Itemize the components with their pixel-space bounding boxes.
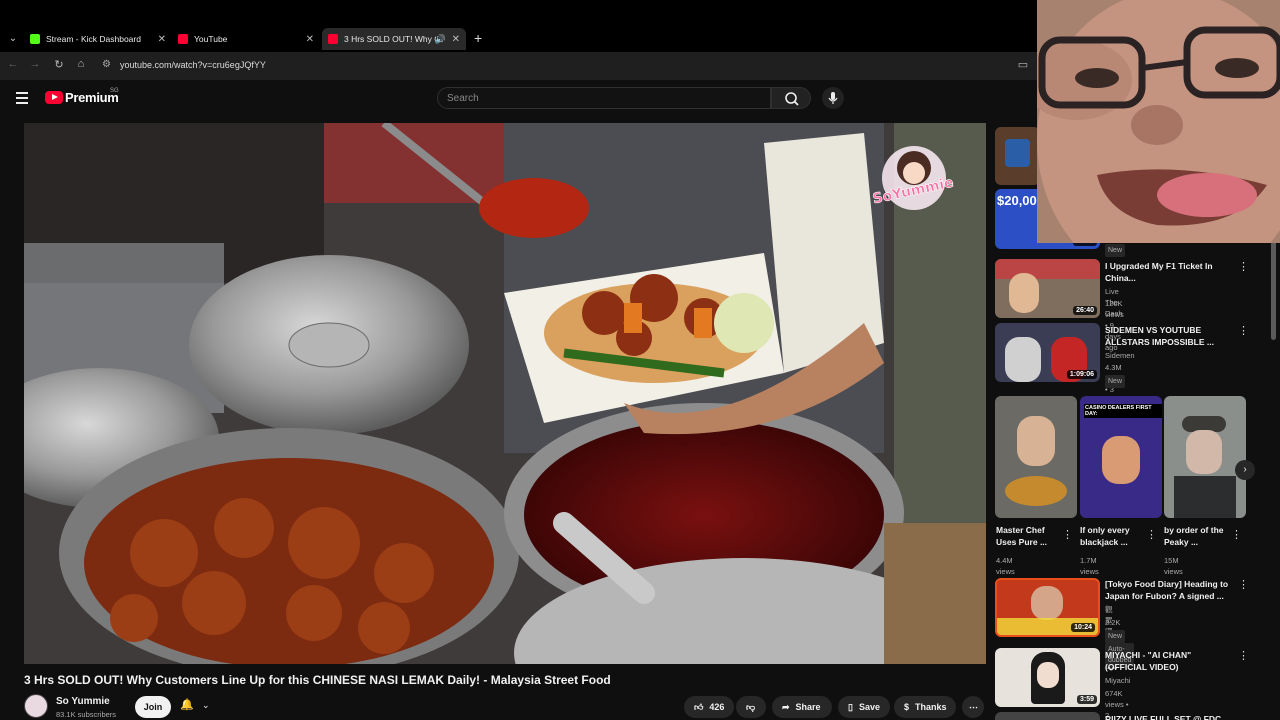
video-thumbnail[interactable] [995, 127, 1040, 185]
short-thumbnail[interactable] [995, 396, 1077, 518]
like-button[interactable]: 👍︎ 426 [684, 696, 734, 718]
search-input[interactable]: Search [437, 87, 771, 109]
home-icon[interactable]: ⌂ [74, 58, 88, 70]
tab-current-video[interactable]: 3 Hrs SOLD OUT! Why Cust 🔊 ✕ [322, 28, 466, 50]
short-thumbnail[interactable] [1164, 396, 1246, 518]
streamer-face [1037, 0, 1280, 243]
subscribed-bell-icon[interactable]: 🔔 [180, 698, 194, 711]
video-thumbnail[interactable]: 1:09:06 [995, 323, 1100, 382]
channel-avatar[interactable] [24, 694, 48, 718]
like-count: 426 [709, 702, 725, 712]
bookmark-icon: ▯ [848, 701, 853, 712]
video-title[interactable]: MIYACHI - "AI CHAN" (OFFICIAL VIDEO) [1105, 649, 1235, 673]
more-vert-icon[interactable]: ⋮ [1062, 528, 1073, 541]
channel-name[interactable]: Miyachi [1105, 675, 1130, 686]
duration-badge: 1:09:06 [1066, 370, 1097, 379]
menu-icon[interactable] [16, 92, 28, 104]
video-title[interactable]: SIDEMEN VS YOUTUBE ALLSTARS IMPOSSIBLE .… [1105, 324, 1230, 348]
short-thumbnail[interactable]: CASINO DEALERS FIRST DAY: [1080, 396, 1162, 518]
duration-badge: 10:24 [1071, 623, 1095, 632]
microphone-icon [828, 92, 838, 104]
thanks-label: Thanks [915, 702, 947, 712]
video-player[interactable]: SoYummie [24, 123, 986, 664]
url-field[interactable]: youtube.com/watch?v=cru6egJQfYY [120, 60, 266, 70]
close-icon[interactable]: ✕ [158, 34, 166, 45]
thumbs-down-icon: 👎︎ [746, 701, 756, 712]
share-label: Share [795, 702, 821, 712]
audio-icon[interactable]: 🔊 [435, 34, 446, 45]
video-thumbnail[interactable] [995, 712, 1100, 720]
search-button[interactable] [771, 87, 811, 109]
tab-search-icon[interactable]: ⌄ [4, 30, 22, 48]
more-vert-icon[interactable]: ⋮ [1238, 649, 1249, 662]
video-title[interactable]: RIIZY LIVE FULL SET @ FDC [1105, 713, 1235, 720]
tab-title: Stream - Kick Dashboard [46, 34, 141, 44]
channel-name[interactable]: So Yummie [56, 696, 110, 707]
super-thanks-icon: $ [904, 702, 910, 712]
more-vert-icon[interactable]: ⋮ [1231, 528, 1242, 541]
dislike-button[interactable]: 👎︎ [736, 696, 766, 718]
duration-badge: 3:59 [1076, 695, 1097, 704]
new-tab-button[interactable]: + [474, 30, 482, 46]
video-frame: SoYummie [24, 123, 986, 664]
youtube-logo-icon[interactable] [45, 91, 63, 104]
new-badge: New [1105, 244, 1126, 257]
region-code: SG [110, 88, 119, 94]
duration-badge: 26:40 [1073, 306, 1097, 315]
short-views: 15M views [1164, 556, 1183, 576]
kick-icon [30, 34, 40, 44]
share-button[interactable]: ➦ Share [772, 696, 832, 718]
more-vert-icon[interactable]: ⋮ [1238, 578, 1249, 591]
search-icon [785, 92, 799, 106]
thumbs-up-icon: 👍︎ [694, 701, 704, 712]
new-badge: New [1105, 630, 1126, 643]
short-title[interactable]: Master Chef Uses Pure ... [996, 524, 1056, 548]
more-icon: ⋯ [969, 701, 978, 712]
more-vert-icon[interactable]: ⋮ [1146, 528, 1157, 541]
save-button[interactable]: ▯ Save [838, 696, 890, 718]
voice-search-button[interactable] [822, 87, 844, 109]
thumbnail-text: CASINO DEALERS FIRST DAY: [1084, 404, 1162, 418]
cast-icon[interactable]: ▭ [1016, 58, 1030, 71]
share-icon: ➦ [782, 701, 790, 712]
thanks-button[interactable]: $ Thanks [894, 696, 956, 718]
chevron-right-icon[interactable]: › [1235, 460, 1255, 480]
close-icon[interactable]: ✕ [306, 34, 314, 45]
back-icon[interactable]: ← [6, 58, 20, 70]
tab-kick-dashboard[interactable]: Stream - Kick Dashboard ✕ [30, 28, 166, 50]
video-title: 3 Hrs SOLD OUT! Why Customers Line Up fo… [24, 673, 611, 687]
forward-icon[interactable]: → [28, 58, 42, 70]
short-title[interactable]: If only every blackjack ... [1080, 524, 1140, 548]
video-title[interactable]: [Tokyo Food Diary] Heading to Japan for … [1105, 578, 1230, 602]
tab-youtube[interactable]: YouTube ✕ [178, 28, 314, 50]
new-badge: New [1105, 375, 1126, 388]
search-placeholder: Search [447, 93, 479, 104]
tab-title: YouTube [194, 34, 228, 44]
site-info-icon[interactable]: ⚙ [102, 59, 111, 70]
more-vert-icon[interactable]: ⋮ [1238, 324, 1249, 337]
short-views: 4.4M views [996, 556, 1015, 576]
youtube-icon [328, 34, 338, 44]
more-vert-icon[interactable]: ⋮ [1238, 260, 1249, 273]
more-actions-button[interactable]: ⋯ [962, 696, 984, 718]
video-title[interactable]: I Upgraded My F1 Ticket In China... [1105, 260, 1230, 284]
webcam-overlay [1037, 0, 1280, 243]
youtube-icon [178, 34, 188, 44]
short-title[interactable]: by order of the Peaky ... [1164, 524, 1224, 548]
chevron-down-icon[interactable]: ⌄ [202, 700, 210, 711]
video-thumbnail[interactable]: 26:40 [995, 259, 1100, 318]
video-thumbnail[interactable]: 10:24 [995, 578, 1100, 637]
close-icon[interactable]: ✕ [452, 34, 460, 45]
subscriber-count: 83.1K subscribers [56, 710, 117, 719]
channel-name[interactable]: Sidemen [1105, 350, 1135, 361]
video-thumbnail[interactable]: 3:59 [995, 648, 1100, 707]
short-views: 1.7M views [1080, 556, 1099, 576]
tab-title: 3 Hrs SOLD OUT! Why Cust [344, 34, 436, 44]
join-button[interactable]: Join [135, 696, 171, 718]
reload-icon[interactable]: ↻ [52, 58, 66, 71]
save-label: Save [858, 702, 880, 712]
